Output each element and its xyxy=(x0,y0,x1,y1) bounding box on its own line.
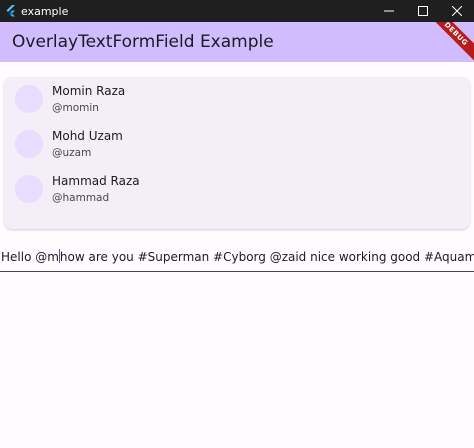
text-before-cursor: Hello @m xyxy=(1,250,59,264)
user-name: Momin Raza xyxy=(52,83,126,98)
window-title: example xyxy=(21,4,69,18)
maximize-button[interactable] xyxy=(406,0,440,22)
user-name: Mohd Uzam xyxy=(52,128,123,143)
close-button[interactable] xyxy=(440,0,474,22)
avatar xyxy=(15,85,43,113)
suggestion-item-uzam[interactable]: Mohd Uzam @uzam xyxy=(4,122,470,166)
page-title: OverlayTextFormField Example xyxy=(12,32,274,52)
app-bar: OverlayTextFormField Example DEBUG xyxy=(0,22,474,62)
suggestion-text: Momin Raza @momin xyxy=(52,84,125,115)
maximize-icon xyxy=(418,6,428,16)
app-window: example OverlayTextFormField Example DEB… xyxy=(0,0,474,448)
user-handle: @momin xyxy=(52,101,99,114)
suggestion-item-hammad[interactable]: Hammad Raza @hammad xyxy=(4,167,470,211)
window-titlebar[interactable]: example xyxy=(0,0,474,22)
window-controls xyxy=(372,0,474,22)
debug-banner: DEBUG xyxy=(424,22,474,62)
suggestion-text: Hammad Raza @hammad xyxy=(52,174,140,205)
avatar xyxy=(15,130,43,158)
close-icon xyxy=(452,6,462,16)
mention-text-field[interactable]: Hello @mhow are you #Superman #Cyborg @z… xyxy=(0,245,474,272)
text-after-cursor: how are you #Superman #Cyborg @zaid nice… xyxy=(59,250,474,264)
user-handle: @uzam xyxy=(52,146,92,159)
suggestion-item-momin[interactable]: Momin Raza @momin xyxy=(4,77,470,121)
user-name: Hammad Raza xyxy=(52,173,140,188)
minimize-icon xyxy=(384,10,394,12)
mention-suggestions-card: Momin Raza @momin Mohd Uzam @uzam Hammad… xyxy=(4,77,470,229)
flutter-logo-icon xyxy=(5,5,17,17)
avatar xyxy=(15,175,43,203)
text-field-value[interactable]: Hello @mhow are you #Superman #Cyborg @z… xyxy=(1,249,474,264)
user-handle: @hammad xyxy=(52,191,110,204)
suggestion-text: Mohd Uzam @uzam xyxy=(52,129,123,160)
minimize-button[interactable] xyxy=(372,0,406,22)
